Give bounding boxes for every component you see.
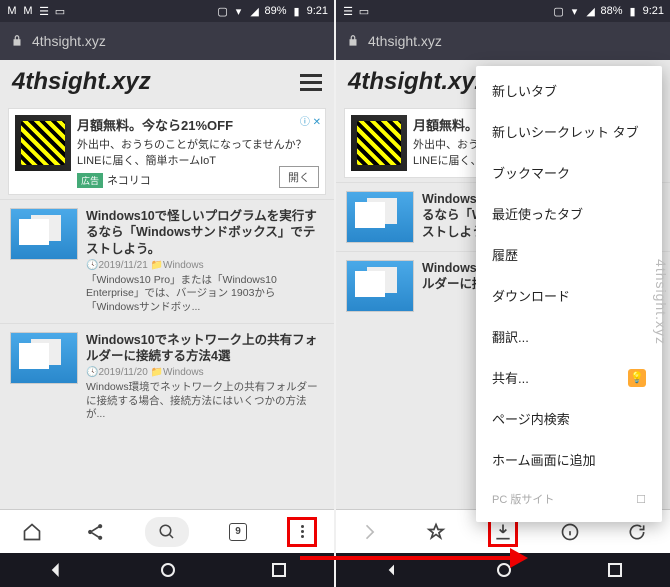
vibrate-icon: ▢ [553, 5, 565, 17]
home-icon[interactable] [161, 563, 175, 577]
hamburger-icon[interactable] [300, 74, 322, 91]
home-icon[interactable] [17, 517, 47, 547]
phone-left: M M ☰ ▭ ▢ ▾ ◢ 89% ▮ 9:21 4thsight.xyz 4t… [0, 0, 334, 587]
menu-incognito-tab[interactable]: 新しいシークレット タブ [476, 111, 662, 152]
wifi-icon: ▾ [569, 5, 581, 17]
folder-icon: 📁 [151, 367, 163, 378]
article-item[interactable]: Windows10で怪しいプログラムを実行するなら「Windowsサンドボックス… [0, 199, 334, 323]
ad-image [351, 115, 407, 171]
search-icon[interactable] [145, 517, 189, 547]
article-desc: 「Windows10 Pro」または「Windows10 Enterprise」… [86, 274, 324, 315]
article-thumb [10, 332, 78, 384]
forward-icon[interactable] [354, 517, 384, 547]
menu-recent-tabs[interactable]: 最近使ったタブ [476, 193, 662, 234]
vibrate-icon: ▢ [217, 5, 229, 17]
app-icon: ▭ [54, 5, 66, 17]
battery-icon: ▮ [291, 5, 303, 17]
back-icon[interactable] [48, 562, 64, 578]
annotation-arrow [300, 544, 530, 572]
app-icon: ▭ [358, 5, 370, 17]
url-text: 4thsight.xyz [32, 33, 106, 49]
overview-icon[interactable] [272, 563, 286, 577]
watermark: 4thsight.xyz [653, 259, 669, 345]
status-bar: M M ☰ ▭ ▢ ▾ ◢ 89% ▮ 9:21 [0, 0, 334, 22]
ad-badge: 広告 [77, 173, 103, 188]
android-navbar [0, 553, 334, 587]
gmail-icon: M [22, 5, 34, 17]
tabs-button[interactable]: 9 [223, 517, 253, 547]
article-item[interactable]: Windows10でネットワーク上の共有フォルダーに接続する方法4選 🕓2019… [0, 323, 334, 430]
more-menu-button[interactable] [287, 517, 317, 547]
overview-icon[interactable] [608, 563, 622, 577]
checkbox-icon: ☐ [636, 493, 646, 506]
battery-icon: ▮ [627, 5, 639, 17]
chrome-overflow-menu: 新しいタブ 新しいシークレット タブ ブックマーク 最近使ったタブ 履歴 ダウン… [476, 66, 662, 522]
bookmark-star-icon[interactable] [421, 517, 451, 547]
signal-icon: ◢ [249, 5, 261, 17]
article-thumb [10, 208, 78, 260]
menu-bookmarks[interactable]: ブックマーク [476, 152, 662, 193]
ad-image [15, 115, 71, 171]
url-bar[interactable]: 4thsight.xyz [336, 22, 670, 60]
signal-icon: ◢ [585, 5, 597, 17]
ad-line1: 外出中、おうちのことが気になってませんか？ [77, 136, 319, 152]
clock-text: 9:21 [307, 5, 328, 17]
menu-new-tab[interactable]: 新しいタブ [476, 70, 662, 111]
site-title[interactable]: 4thsight.xyz [12, 68, 151, 96]
menu-translate[interactable]: 翻訳... [476, 316, 662, 357]
clock-text: 9:21 [643, 5, 664, 17]
article-title: Windows10で怪しいプログラムを実行するなら「Windowsサンドボックス… [86, 208, 324, 257]
status-bar: ☰ ▭ ▢ ▾ ◢ 88% ▮ 9:21 [336, 0, 670, 22]
gmail-icon: M [6, 5, 18, 17]
share-icon[interactable] [81, 517, 111, 547]
tip-icon: 💡 [628, 369, 646, 387]
phone-right: ☰ ▭ ▢ ▾ ◢ 88% ▮ 9:21 4thsight.xyz 4thsig… [336, 0, 670, 587]
ad-title: 月額無料。今なら21%OFF [77, 115, 319, 134]
clock-icon: 🕓 [86, 260, 98, 271]
article-desc: Windows環境でネットワーク上の共有フォルダーに接続する場合、接続方法にはい… [86, 381, 324, 422]
menu-add-to-home[interactable]: ホーム画面に追加 [476, 439, 662, 480]
page-content: 4thsight.xyz 月額無料。今なら21%OFF 外出中、おうちのことが気… [0, 60, 334, 509]
menu-desktop-site[interactable]: PC 版サイト☐ [476, 480, 662, 518]
lock-icon [346, 34, 360, 48]
folder-icon: 📁 [151, 260, 163, 271]
site-title[interactable]: 4thsight.xyz [348, 68, 487, 96]
url-text: 4thsight.xyz [368, 33, 442, 49]
ad-open-button[interactable]: 開く [279, 166, 319, 188]
url-bar[interactable]: 4thsight.xyz [0, 22, 334, 60]
menu-downloads[interactable]: ダウンロード [476, 275, 662, 316]
ad-brand: ネコリコ [107, 175, 151, 187]
menu-find-in-page[interactable]: ページ内検索 [476, 398, 662, 439]
wifi-icon: ▾ [233, 5, 245, 17]
clock-icon: 🕓 [86, 367, 98, 378]
battery-text: 89% [265, 5, 287, 17]
ad-card[interactable]: 月額無料。今なら21%OFF 外出中、おうちのことが気になってませんか？ LIN… [8, 108, 326, 195]
menu-history[interactable]: 履歴 [476, 234, 662, 275]
battery-text: 88% [601, 5, 623, 17]
app-icon: ☰ [342, 5, 354, 17]
ad-info-close[interactable]: ⓘ ✕ [300, 113, 321, 128]
menu-share[interactable]: 共有...💡 [476, 357, 662, 398]
article-thumb [346, 191, 414, 243]
lock-icon [10, 34, 24, 48]
chrome-toolbar: 9 [0, 509, 334, 553]
app-icon: ☰ [38, 5, 50, 17]
article-thumb [346, 260, 414, 312]
article-title: Windows10でネットワーク上の共有フォルダーに接続する方法4選 [86, 332, 324, 365]
